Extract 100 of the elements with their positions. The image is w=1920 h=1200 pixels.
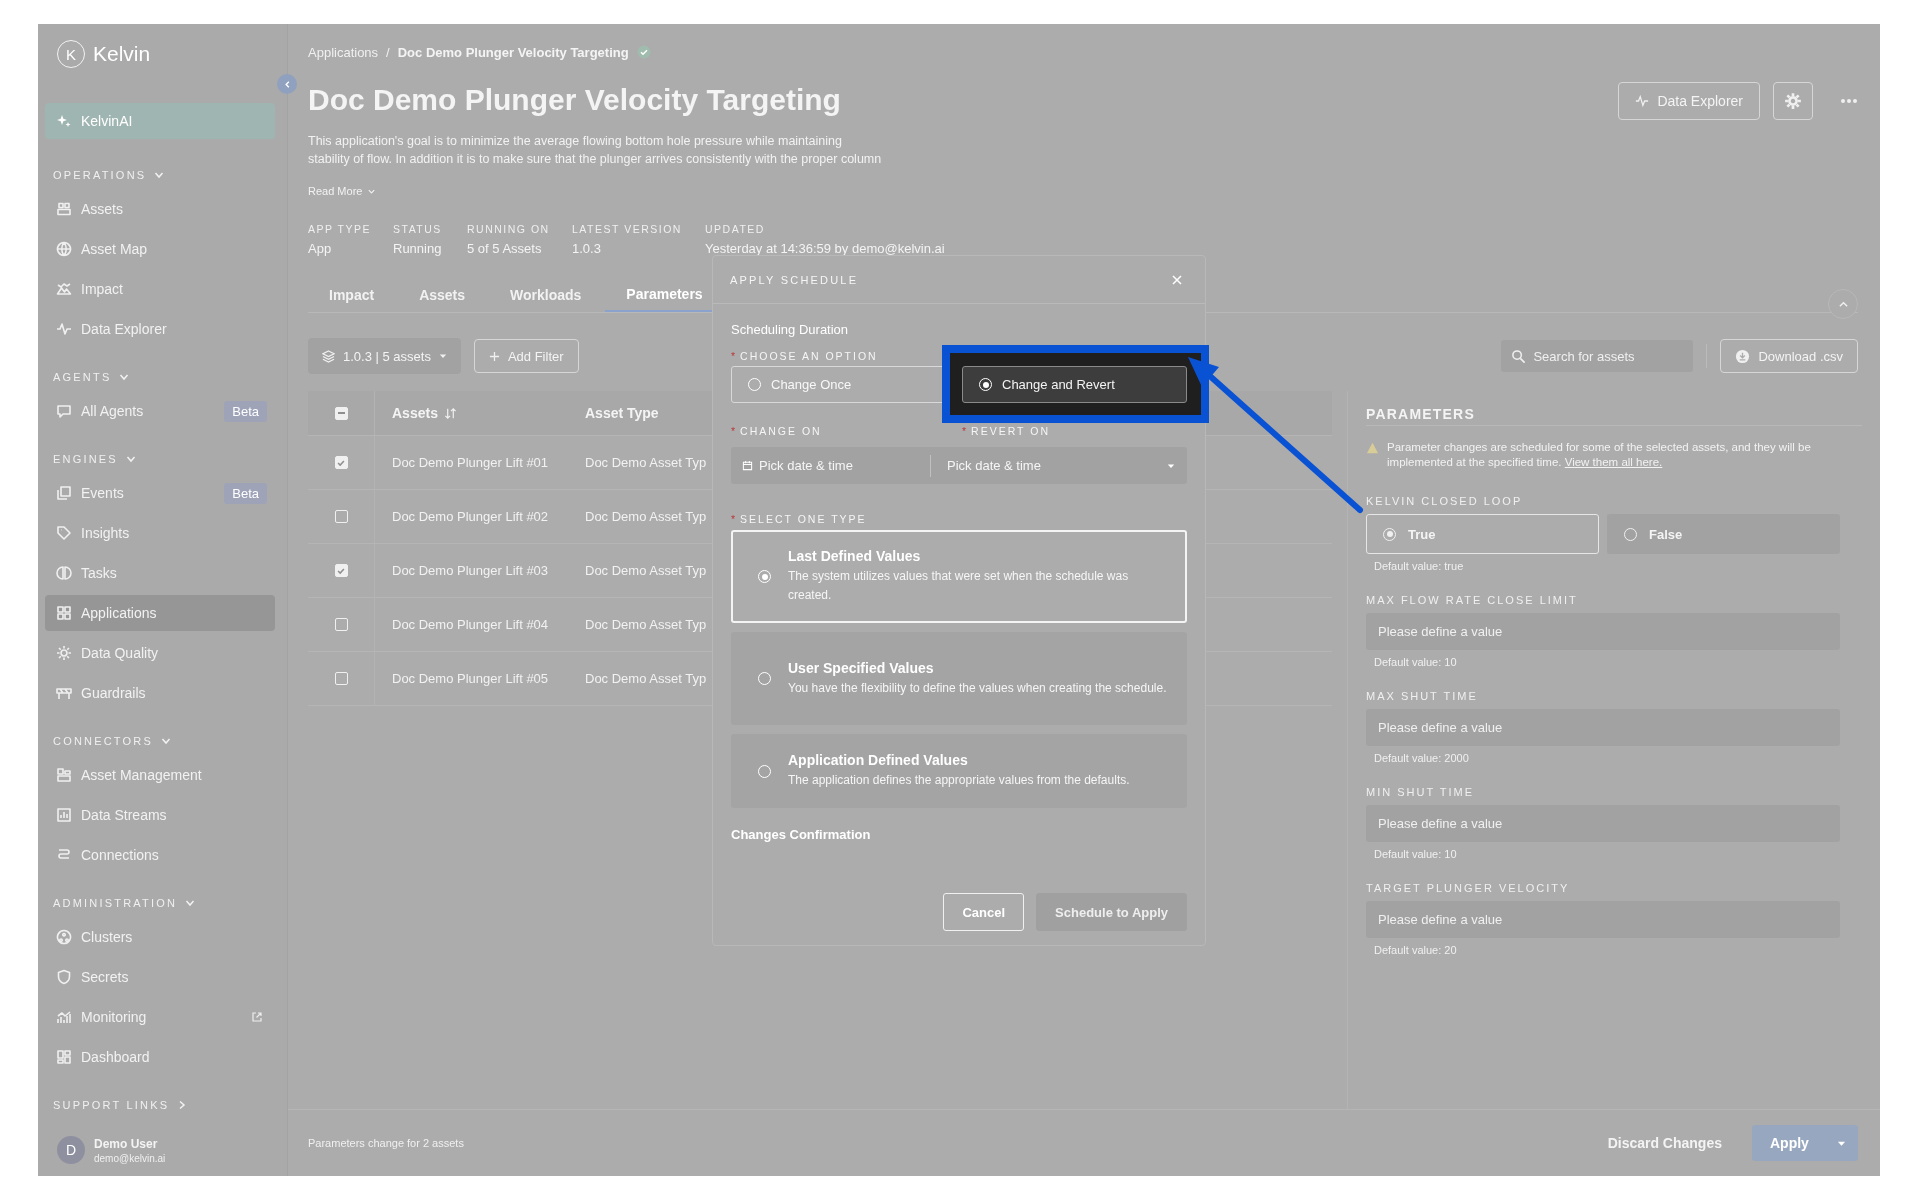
cancel-button[interactable]: Cancel (943, 893, 1025, 931)
parameter-label: MIN SHUT TIME (1366, 785, 1476, 799)
date-range-field[interactable]: Pick date & time Pick date & time (731, 447, 1187, 484)
blocks-icon (56, 767, 72, 783)
read-more-link[interactable]: Read More (308, 182, 377, 200)
row-checkbox[interactable] (334, 564, 348, 577)
nav-item[interactable]: Events (45, 475, 135, 511)
nav-item[interactable]: Guardrails (45, 675, 275, 711)
download-icon (1735, 348, 1751, 364)
sort-icon[interactable] (443, 406, 457, 420)
chevron-right-icon[interactable] (177, 1100, 188, 1110)
select-all-checkbox[interactable] (334, 406, 348, 420)
chevron-down-icon[interactable] (161, 736, 172, 746)
tab[interactable]: Assets (398, 278, 487, 312)
settings-button[interactable] (1773, 82, 1813, 120)
caret-icon (1167, 461, 1175, 470)
cluster-icon (56, 929, 72, 945)
collapse-button[interactable] (277, 74, 297, 94)
parameter-label: MAX SHUT TIME (1366, 689, 1479, 703)
table-cell: Doc Demo Plunger Lift #04 (392, 617, 549, 632)
meta-label: APP TYPE (308, 222, 372, 236)
table-cell: Doc Demo Plunger Lift #02 (392, 509, 549, 524)
row-checkbox[interactable] (334, 510, 348, 523)
nav-item[interactable]: Monitoring (45, 999, 251, 1035)
tab[interactable]: Workloads (489, 278, 603, 312)
nav-item[interactable]: Data Quality (45, 635, 275, 671)
table-cell: Doc Demo Plunger Lift #01 (392, 455, 549, 470)
data-explorer-button[interactable]: Data Explorer (1618, 82, 1760, 120)
value-type-option[interactable]: User Specified Values You have the flexibility to define the values when creating the schedule. (731, 632, 1187, 725)
radio-option[interactable]: Change and Revert (962, 366, 1187, 403)
row-checkbox[interactable] (334, 672, 348, 685)
kelvin-ai-button[interactable]: KelvinAI (45, 103, 275, 139)
nav-item[interactable]: Impact (45, 271, 275, 307)
parameter-input[interactable]: Please define a value (1366, 613, 1840, 650)
value-type-option[interactable]: Last Defined Values The system utilizes values that were set when the schedule was created. (731, 530, 1187, 623)
page-title: Doc Demo Plunger Velocity Targeting (308, 82, 842, 118)
add-filter-button[interactable]: Add Filter (473, 339, 579, 373)
section-heading: Changes Confirmation (731, 826, 872, 844)
nav-item[interactable]: Asset Map (45, 231, 275, 267)
nav-item[interactable]: Data Explorer (45, 311, 275, 347)
table-cell: Doc Demo Asset Typ (585, 455, 707, 470)
search-field[interactable]: Search for assets (1501, 340, 1694, 372)
row-checkbox[interactable] (334, 456, 348, 469)
chevron-down-icon[interactable] (125, 454, 136, 464)
layers-icon (56, 485, 72, 501)
parameter-input[interactable]: Please define a value (1366, 805, 1840, 842)
change-summary: Parameters change for 2 assets (308, 1137, 464, 1149)
breadcrumb-link[interactable]: Applications (308, 44, 379, 60)
meta-label: UPDATED (705, 222, 766, 236)
dialog-title: APPLY SCHEDULE (730, 273, 860, 286)
nav-item[interactable]: Clusters (45, 919, 275, 955)
view-all-link[interactable]: View them all here. (1564, 456, 1663, 468)
section-title: AGENTS (53, 371, 112, 383)
chevron-down-icon[interactable] (154, 170, 165, 180)
default-value-hint: Default value: 10 (1373, 655, 1458, 669)
radio-option[interactable]: True (1366, 514, 1599, 554)
warning-icon (1366, 442, 1379, 454)
section-title: ENGINES (53, 453, 118, 465)
beta-badge: Beta (224, 400, 267, 422)
column-header[interactable]: Assets (392, 405, 438, 421)
default-value-hint: Default value: true (1373, 559, 1465, 573)
radio-option[interactable]: False (1607, 514, 1840, 554)
pulse-icon (56, 321, 72, 337)
nav-item[interactable]: Assets (45, 191, 275, 227)
column-header[interactable]: Asset Type (585, 405, 659, 421)
caret-icon (438, 352, 447, 360)
nav-item[interactable]: Insights (45, 515, 275, 551)
discard-changes-button[interactable]: Discard Changes (1601, 1134, 1728, 1152)
collapse-header-button[interactable] (1828, 289, 1858, 319)
parameter-input[interactable]: Please define a value (1366, 901, 1840, 938)
close-icon[interactable] (1171, 273, 1183, 286)
nav-item[interactable]: Data Streams (45, 797, 275, 833)
nav-item[interactable]: Tasks (45, 555, 275, 591)
apply-split-button[interactable]: Apply (1752, 1125, 1858, 1161)
section-title: SUPPORT LINKS (53, 1099, 170, 1111)
download-csv-button[interactable]: Download .csv (1720, 339, 1858, 373)
nav-item[interactable]: Secrets (45, 959, 275, 995)
nav-item[interactable]: Dashboard (45, 1039, 275, 1075)
dashboard-icon (56, 1049, 72, 1065)
external-link-icon[interactable] (251, 1011, 263, 1023)
meta-value: 5 of 5 Assets (467, 240, 543, 258)
nav-item[interactable]: Asset Management (45, 757, 275, 793)
table-cell: Doc Demo Asset Typ (585, 617, 707, 632)
nav-item[interactable]: All Agents (45, 393, 155, 429)
section-title: CONNECTORS (53, 735, 154, 747)
nav-item[interactable]: Connections (45, 837, 275, 873)
row-checkbox[interactable] (334, 618, 348, 631)
chevron-down-icon[interactable] (185, 898, 196, 908)
meta-label: LATEST VERSION (572, 222, 683, 236)
version-dropdown[interactable]: 1.0.3 | 5 assets (308, 338, 461, 374)
shield-icon (56, 969, 72, 985)
field-label: * SELECT ONE TYPE (731, 512, 868, 526)
breadcrumb-link[interactable]: Doc Demo Plunger Velocity Targeting (397, 44, 629, 60)
user-avatar[interactable]: D (57, 1136, 85, 1164)
chevron-down-icon[interactable] (119, 372, 130, 382)
parameter-input[interactable]: Please define a value (1366, 709, 1840, 746)
more-options-icon[interactable] (1840, 98, 1858, 104)
nav-item[interactable]: Applications (45, 595, 275, 631)
value-type-option[interactable]: Application Defined Values The application defines the appropriate values from the defaults. (731, 734, 1187, 808)
tab[interactable]: Impact (308, 278, 396, 312)
